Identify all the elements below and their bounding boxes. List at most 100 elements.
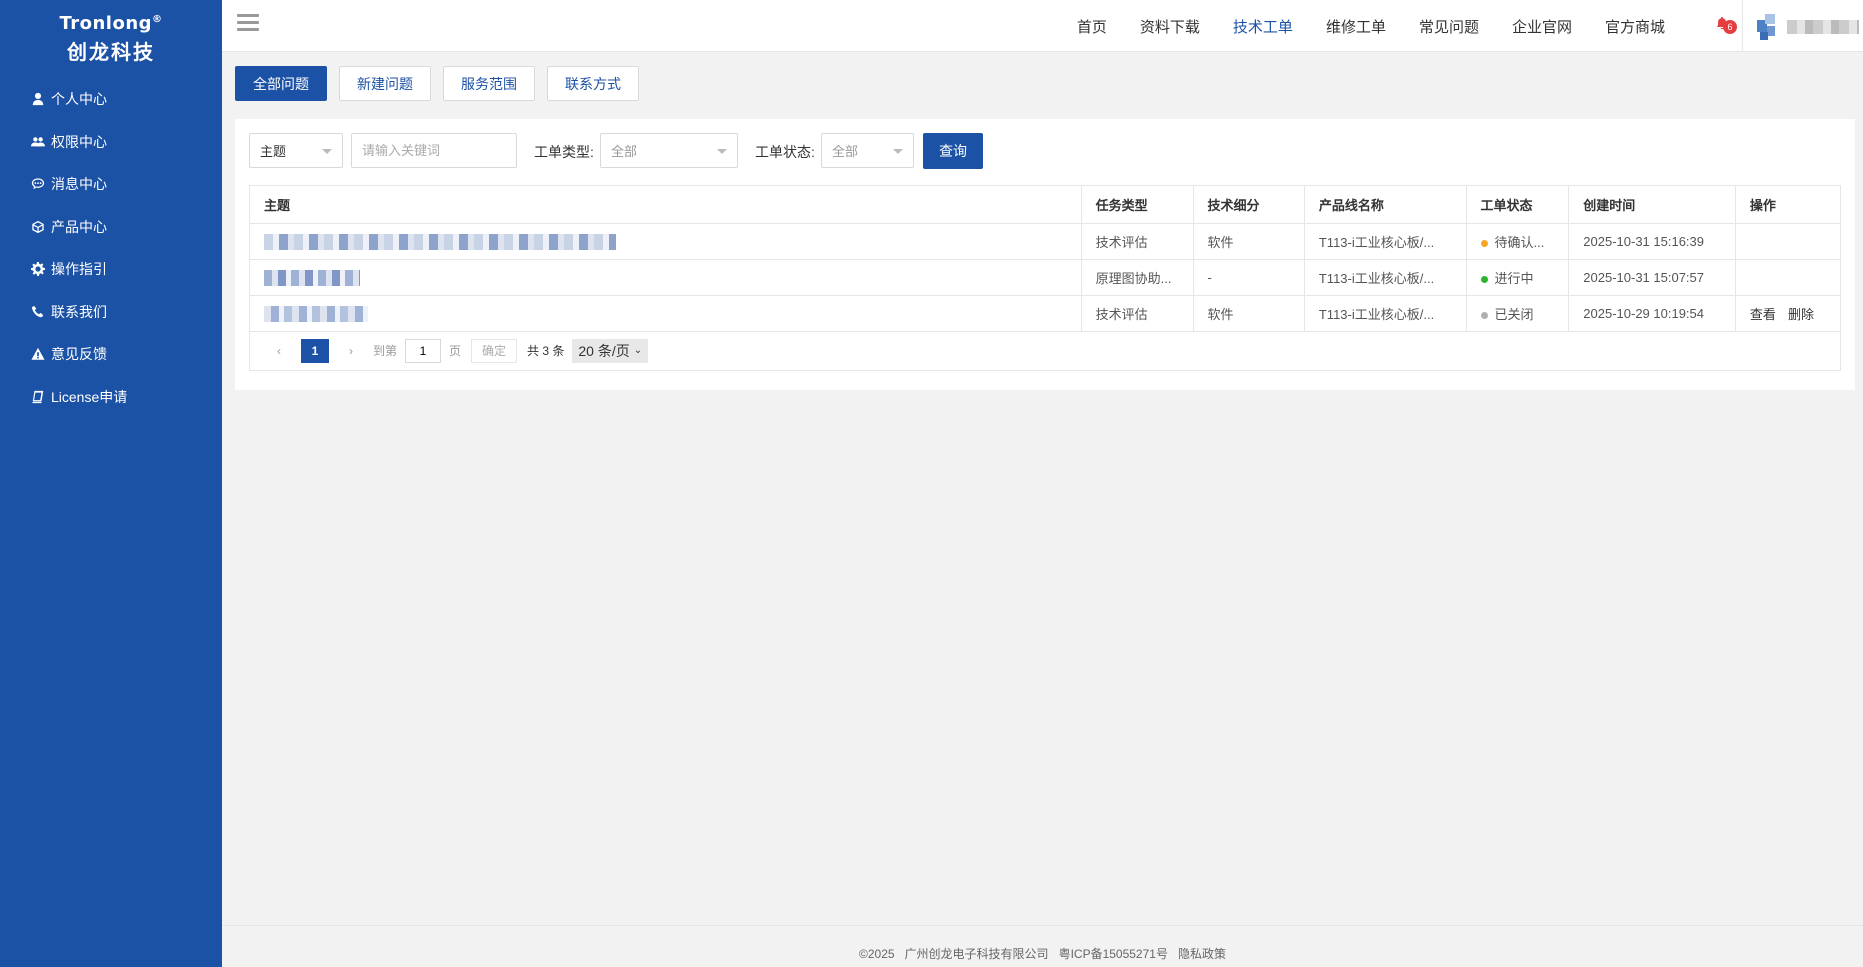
sidebar-item-label: 个人中心 (51, 91, 107, 108)
users-icon (30, 134, 46, 150)
tab-new-issue[interactable]: 新建问题 (339, 66, 431, 101)
notification-bell-icon[interactable]: 6 (1715, 16, 1737, 36)
status-dot (1480, 240, 1488, 248)
sidebar-item-label: License申请 (51, 388, 128, 405)
chevron-down-icon: ⌄ (633, 345, 643, 356)
sidebar-item-contact-us[interactable]: 联系我们 (0, 291, 222, 334)
col-subject: 主题 (249, 185, 1082, 224)
redacted-subject (264, 305, 368, 322)
tab-service-scope[interactable]: 服务范围 (443, 66, 535, 101)
sidebar-item-product-center[interactable]: 产品中心 (0, 206, 222, 249)
nav-official-store[interactable]: 官方商城 (1605, 16, 1665, 37)
ticket-table: 主题 任务类型 技术细分 产品线名称 工单状态 创建时间 操作 技术评估 软件 … (249, 185, 1842, 332)
col-product-line: 产品线名称 (1303, 185, 1467, 224)
tech-category-cell: 软件 (1192, 223, 1305, 260)
col-status: 工单状态 (1465, 185, 1570, 224)
page-1[interactable]: 1 (301, 338, 329, 363)
notification-badge: 6 (1723, 20, 1737, 34)
task-type-cell: 技术评估 (1080, 295, 1194, 332)
goto-confirm-button[interactable]: 确定 (471, 338, 518, 363)
avatar[interactable] (1757, 14, 1783, 40)
nav-corporate-site[interactable]: 企业官网 (1512, 16, 1572, 37)
sidebar-item-label: 意见反馈 (51, 346, 107, 363)
ticket-type-select[interactable]: 全部 (600, 133, 738, 168)
nav-home[interactable]: 首页 (1077, 16, 1107, 37)
user-icon (30, 91, 46, 107)
status-text: 待确认... (1494, 235, 1545, 250)
menu-toggle-icon[interactable] (237, 14, 259, 34)
subject-cell[interactable] (249, 259, 1082, 296)
ticket-status-select[interactable]: 全部 (821, 133, 914, 168)
created-time-cell: 2025-10-29 10:19:54 (1568, 295, 1736, 332)
table-row: 技术评估 软件 T113-i工业核心板/... 待确认... 2025-10-3… (249, 223, 1842, 260)
warning-icon (30, 346, 46, 362)
actions-cell (1734, 259, 1842, 296)
brand-name-en: Tronlong (59, 13, 153, 34)
page-footer: ©2025 广州创龙电子科技有限公司 粤ICP备15055271号 隐私政策 (222, 925, 1863, 967)
tech-category-cell: 软件 (1192, 295, 1305, 332)
gear-icon (30, 261, 46, 277)
status-dot (1480, 276, 1488, 284)
table-row: 原理图协助... - T113-i工业核心板/... 进行中 2025-10-3… (249, 259, 1842, 296)
brand-logo[interactable]: Tronlong® 创龙科技 (0, 0, 222, 70)
keyword-input[interactable] (351, 133, 517, 168)
chat-icon (30, 176, 46, 192)
nav-faq[interactable]: 常见问题 (1419, 16, 1479, 37)
sidebar-item-label: 操作指引 (51, 261, 107, 278)
query-button[interactable]: 查询 (923, 133, 983, 169)
book-icon (30, 389, 46, 405)
status-cell: 已关闭 (1465, 295, 1570, 332)
product-line-cell: T113-i工业核心板/... (1303, 259, 1467, 296)
delete-action[interactable]: 删除 (1788, 307, 1814, 322)
pagination: ‹ 1 › 到第 页 确定 共 3 条 20 条/页⌄ (249, 331, 1841, 371)
task-type-cell: 技术评估 (1080, 223, 1194, 260)
search-field-select[interactable]: 主题 (249, 133, 343, 168)
view-action[interactable]: 查看 (1750, 307, 1776, 322)
nav-downloads[interactable]: 资料下载 (1140, 16, 1200, 37)
footer-copyright: ©2025 (859, 947, 895, 961)
prev-page-icon[interactable]: ‹ (265, 339, 293, 363)
footer-icp[interactable]: 粤ICP备15055271号 (1059, 948, 1168, 960)
ticket-tabs: 全部问题 新建问题 服务范围 联系方式 (235, 66, 651, 101)
status-dot (1480, 312, 1488, 320)
actions-cell (1734, 223, 1842, 260)
table-header-row: 主题 任务类型 技术细分 产品线名称 工单状态 创建时间 操作 (249, 185, 1842, 224)
nav-repair-tickets[interactable]: 维修工单 (1326, 16, 1386, 37)
sidebar-nav: 个人中心 权限中心 消息中心 产品中心 操作指引 联系我们 意见反馈 Licen… (0, 78, 222, 418)
ticket-status-label: 工单状态: (755, 144, 815, 160)
col-tech-category: 技术细分 (1192, 185, 1305, 224)
sidebar-item-operation-guide[interactable]: 操作指引 (0, 248, 222, 291)
ticket-panel: 主题 工单类型: 全部 工单状态: 全部 查询 主题 任务类型 技术细分 产品线… (235, 119, 1855, 390)
status-text: 进行中 (1494, 271, 1534, 286)
task-type-cell: 原理图协助... (1080, 259, 1194, 296)
tab-contact[interactable]: 联系方式 (547, 66, 639, 101)
subject-cell[interactable] (249, 223, 1082, 260)
status-cell: 进行中 (1465, 259, 1570, 296)
sidebar-item-feedback[interactable]: 意见反馈 (0, 333, 222, 376)
col-task-type: 任务类型 (1080, 185, 1194, 224)
sidebar-item-permission-center[interactable]: 权限中心 (0, 121, 222, 164)
sidebar-item-label: 产品中心 (51, 218, 107, 235)
page-size-select[interactable]: 20 条/页 ⌄ (572, 338, 649, 363)
goto-label: 到第 (373, 344, 398, 358)
col-actions: 操作 (1734, 185, 1842, 224)
sidebar-item-license-apply[interactable]: License申请 (0, 376, 222, 419)
tab-all-issues[interactable]: 全部问题 (235, 66, 327, 101)
nav-tech-tickets[interactable]: 技术工单 (1233, 16, 1293, 37)
next-page-icon[interactable]: › (337, 339, 365, 363)
product-line-cell: T113-i工业核心板/... (1303, 223, 1467, 260)
header-divider (1742, 0, 1743, 52)
sidebar-item-personal-center[interactable]: 个人中心 (0, 78, 222, 121)
redacted-subject (264, 233, 616, 250)
tech-category-cell: - (1192, 259, 1305, 296)
created-time-cell: 2025-10-31 15:07:57 (1568, 259, 1736, 296)
username-redacted[interactable] (1787, 20, 1859, 34)
status-text: 已关闭 (1494, 307, 1534, 322)
goto-page-input[interactable] (405, 338, 442, 363)
sidebar-item-message-center[interactable]: 消息中心 (0, 163, 222, 206)
filter-bar: 主题 工单类型: 全部 工单状态: 全部 查询 (249, 133, 1809, 169)
subject-cell[interactable] (249, 295, 1082, 332)
footer-privacy[interactable]: 隐私政策 (1178, 948, 1226, 960)
phone-icon (30, 304, 46, 320)
cube-icon (30, 219, 46, 235)
